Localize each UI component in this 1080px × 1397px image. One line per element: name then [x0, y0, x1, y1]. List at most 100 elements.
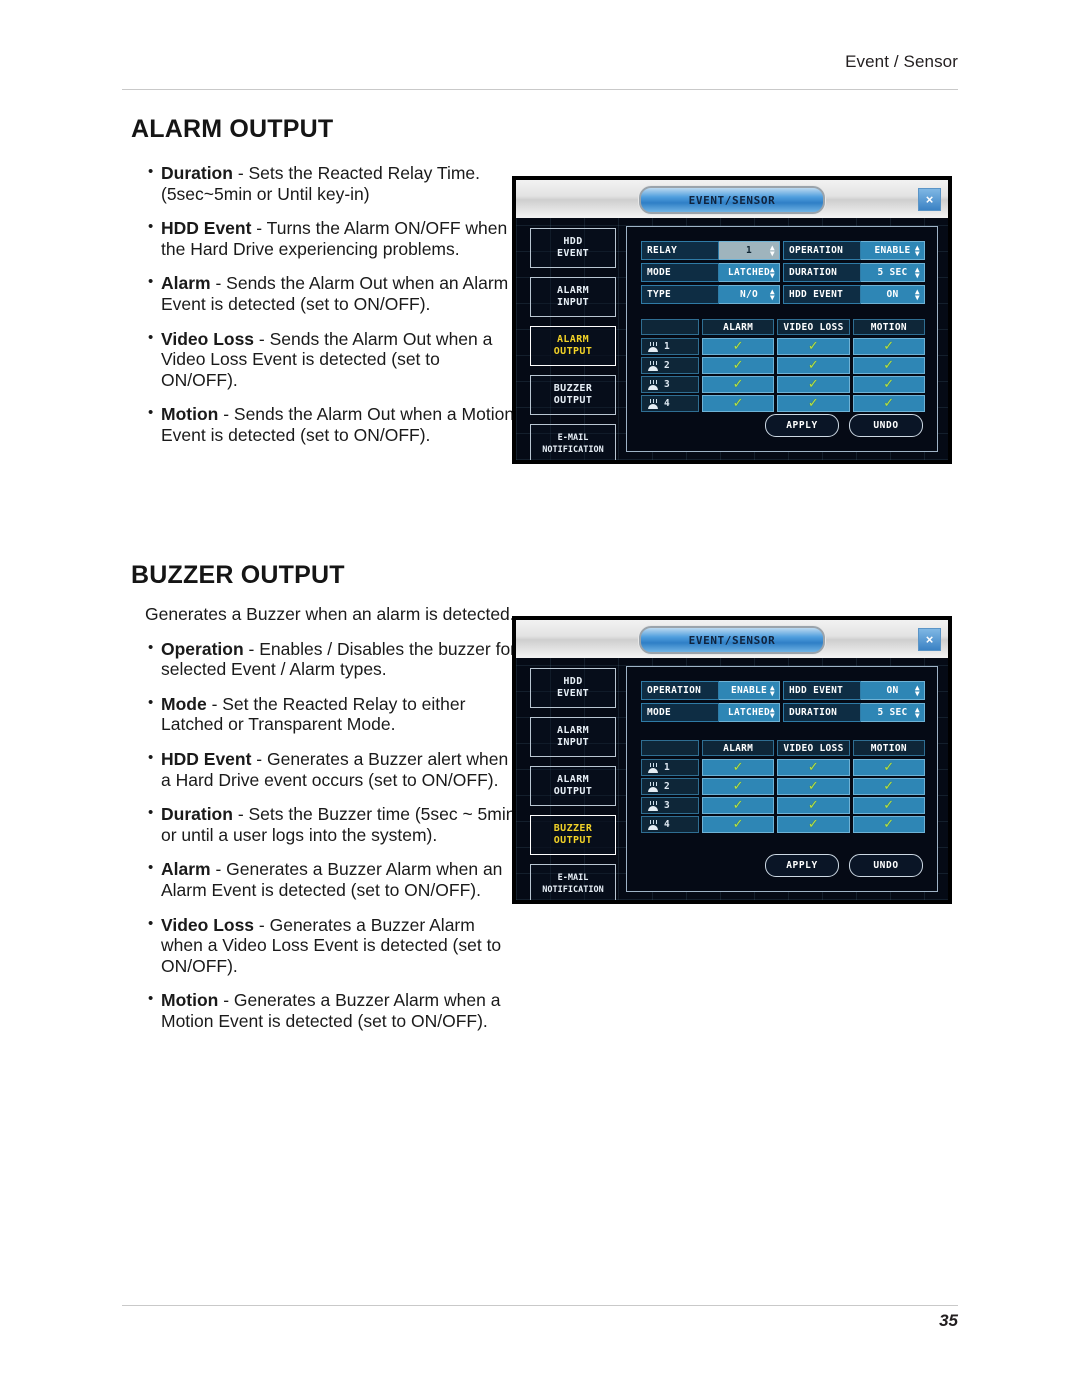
check-icon: ✓ [807, 395, 820, 411]
dvr-matrix-checkbox[interactable]: ✓ [702, 395, 775, 412]
dvr-matrix-checkbox[interactable]: ✓ [852, 338, 925, 355]
bullet-term: Duration [161, 804, 233, 825]
spinner-updown-icon[interactable]: ▲ ▼ [770, 705, 775, 719]
dvr-matrix-checkbox[interactable]: ✓ [852, 816, 925, 833]
channel-number: 2 [664, 360, 670, 371]
dvr-matrix-checkbox[interactable]: ✓ [777, 338, 850, 355]
dvr-matrix-checkbox[interactable]: ✓ [852, 376, 925, 393]
dvr-matrix-checkbox[interactable]: ✓ [777, 357, 850, 374]
dvr-matrix-checkbox[interactable]: ✓ [702, 778, 775, 795]
dvr-matrix-checkbox[interactable]: ✓ [852, 797, 925, 814]
buzzer-output-intro: Generates a Buzzer when an alarm is dete… [145, 604, 515, 624]
dvr-field-value[interactable]: ON ▲ ▼ [861, 681, 925, 700]
bullet-term: Video Loss [161, 914, 255, 935]
dvr-field-value[interactable]: ENABLE ▲ ▼ [719, 681, 780, 700]
dvr-field: HDD EVENT ON ▲ ▼ [783, 285, 925, 304]
dvr-tab-alarm-output[interactable]: ALARM OUTPUT [530, 326, 616, 366]
dvr-tab-alarm-input[interactable]: ALARM INPUT [530, 717, 616, 757]
apply-button[interactable]: APPLY [765, 854, 839, 877]
dvr-field-value[interactable]: 5 SEC ▲ ▼ [861, 703, 925, 722]
dvr-matrix-checkbox[interactable]: ✓ [702, 357, 775, 374]
undo-button[interactable]: UNDO [849, 414, 923, 437]
dvr-titlebar: EVENT/SENSOR × [516, 620, 948, 659]
dvr-body: HDD EVENT ALARM INPUT ALARM OUTPUT BUZZER OUTPU… [516, 658, 948, 900]
dvr-field-value[interactable]: LATCHED ▲ ▼ [719, 263, 780, 282]
spinner-updown-icon[interactable]: ▲ ▼ [915, 683, 920, 697]
dvr-field-label: DURATION [783, 263, 861, 282]
dvr-tab-label-line1: BUZZER [553, 823, 593, 834]
dvr-matrix-checkbox[interactable]: ✓ [852, 357, 925, 374]
dvr-matrix-checkbox[interactable]: ✓ [852, 395, 925, 412]
dvr-matrix-row: 4 ✓ ✓ ✓ [641, 395, 925, 412]
dvr-tab-label-line2: OUTPUT [553, 786, 593, 797]
dvr-matrix-checkbox[interactable]: ✓ [777, 778, 850, 795]
channel-number: 3 [664, 800, 670, 811]
dvr-matrix-checkbox[interactable]: ✓ [852, 759, 925, 776]
spinner-updown-icon[interactable]: ▲ ▼ [770, 243, 775, 257]
undo-button[interactable]: UNDO [849, 854, 923, 877]
spinner-updown-icon[interactable]: ▲ ▼ [915, 243, 920, 257]
dvr-tab-buzzer-output[interactable]: BUZZER OUTPUT [530, 815, 616, 855]
dvr-window: EVENT/SENSOR × HDD EVENT ALARM INPUT ALARM OU… [516, 620, 948, 900]
check-icon: ✓ [807, 816, 820, 832]
dvr-tab-buzzer-output[interactable]: BUZZER OUTPUT [530, 375, 616, 415]
bullet-item: Video Loss - Generates a Buzzer Alarm wh… [148, 914, 520, 977]
dvr-tab-alarm-input[interactable]: ALARM INPUT [530, 277, 616, 317]
dvr-tab-hdd-event[interactable]: HDD EVENT [530, 228, 616, 268]
check-icon: ✓ [807, 759, 820, 775]
dvr-matrix-column-header: VIDEO LOSS [777, 319, 850, 335]
dvr-matrix-row: 4 ✓ ✓ ✓ [641, 816, 925, 833]
dvr-tab-alarm-output[interactable]: ALARM OUTPUT [530, 766, 616, 806]
dvr-matrix-checkbox[interactable]: ✓ [777, 376, 850, 393]
bullet-term: Motion [161, 404, 219, 425]
dvr-matrix-header-row: ALARM VIDEO LOSS MOTION [641, 319, 925, 335]
dvr-field-group: OPERATION ENABLE ▲ ▼ HDD EVENT ON ▲ ▼ MODE LATCHE… [641, 681, 925, 725]
check-icon: ✓ [732, 797, 744, 813]
spinner-updown-icon[interactable]: ▲ ▼ [770, 683, 775, 697]
dvr-tab-hdd-event[interactable]: HDD EVENT [530, 668, 616, 708]
dvr-matrix-checkbox[interactable]: ✓ [777, 759, 850, 776]
dvr-field-value[interactable]: 1 ▲ ▼ [719, 241, 780, 260]
dvr-field-value[interactable]: ON ▲ ▼ [861, 285, 925, 304]
check-icon: ✓ [883, 357, 895, 373]
dvr-matrix-column-header: ALARM [702, 740, 775, 756]
dvr-matrix-checkbox[interactable]: ✓ [852, 778, 925, 795]
spinner-updown-icon[interactable]: ▲ ▼ [770, 287, 775, 301]
check-icon: ✓ [883, 797, 895, 813]
close-icon[interactable]: × [918, 188, 941, 211]
dvr-matrix-checkbox[interactable]: ✓ [777, 395, 850, 412]
bullet-item: Mode - Set the Reacted Relay to either L… [148, 693, 520, 735]
close-icon[interactable]: × [918, 628, 941, 651]
dvr-matrix-checkbox[interactable]: ✓ [777, 816, 850, 833]
dvr-screenshot-alarm-output: EVENT/SENSOR × HDD EVENT ALARM INPUT ALARM OU… [512, 176, 952, 464]
check-icon: ✓ [807, 376, 820, 392]
spinner-updown-icon[interactable]: ▲ ▼ [915, 265, 920, 279]
dvr-channel-cell: 1 [641, 338, 699, 355]
dvr-matrix-checkbox[interactable]: ✓ [702, 338, 775, 355]
dvr-matrix-checkbox[interactable]: ✓ [777, 797, 850, 814]
dvr-field-label: MODE [641, 703, 719, 722]
dvr-field-value-text: 1 [745, 245, 753, 256]
dvr-matrix-checkbox[interactable]: ✓ [702, 797, 775, 814]
dvr-field-label: HDD EVENT [783, 681, 861, 700]
dvr-field: MODE LATCHED ▲ ▼ [641, 263, 783, 282]
dvr-window-title: EVENT/SENSOR [639, 186, 825, 214]
dvr-field-value-text: 5 SEC [877, 267, 908, 278]
dvr-matrix-checkbox[interactable]: ✓ [702, 376, 775, 393]
dvr-field-value[interactable]: ENABLE ▲ ▼ [861, 241, 925, 260]
dvr-matrix-checkbox[interactable]: ✓ [702, 759, 775, 776]
spinner-updown-icon[interactable]: ▲ ▼ [770, 265, 775, 279]
spinner-updown-icon[interactable]: ▲ ▼ [915, 705, 920, 719]
dvr-field-value-text: ON [886, 685, 899, 696]
dvr-matrix-checkbox[interactable]: ✓ [702, 816, 775, 833]
channel-number: 4 [664, 398, 670, 409]
apply-button[interactable]: APPLY [765, 414, 839, 437]
dvr-field-value[interactable]: LATCHED ▲ ▼ [719, 703, 780, 722]
spinner-updown-icon[interactable]: ▲ ▼ [915, 287, 920, 301]
bullet-item: HDD Event - Generates a Buzzer alert whe… [148, 748, 520, 790]
dvr-tab-e-mail-notification[interactable]: E-MAIL NOTIFICATION [530, 864, 616, 900]
dvr-field-value[interactable]: 5 SEC ▲ ▼ [861, 263, 925, 282]
dvr-field-value[interactable]: N/O ▲ ▼ [719, 285, 780, 304]
dvr-tab-e-mail-notification[interactable]: E-MAIL NOTIFICATION [530, 424, 616, 460]
dvr-field-value-text: ON [886, 289, 899, 300]
